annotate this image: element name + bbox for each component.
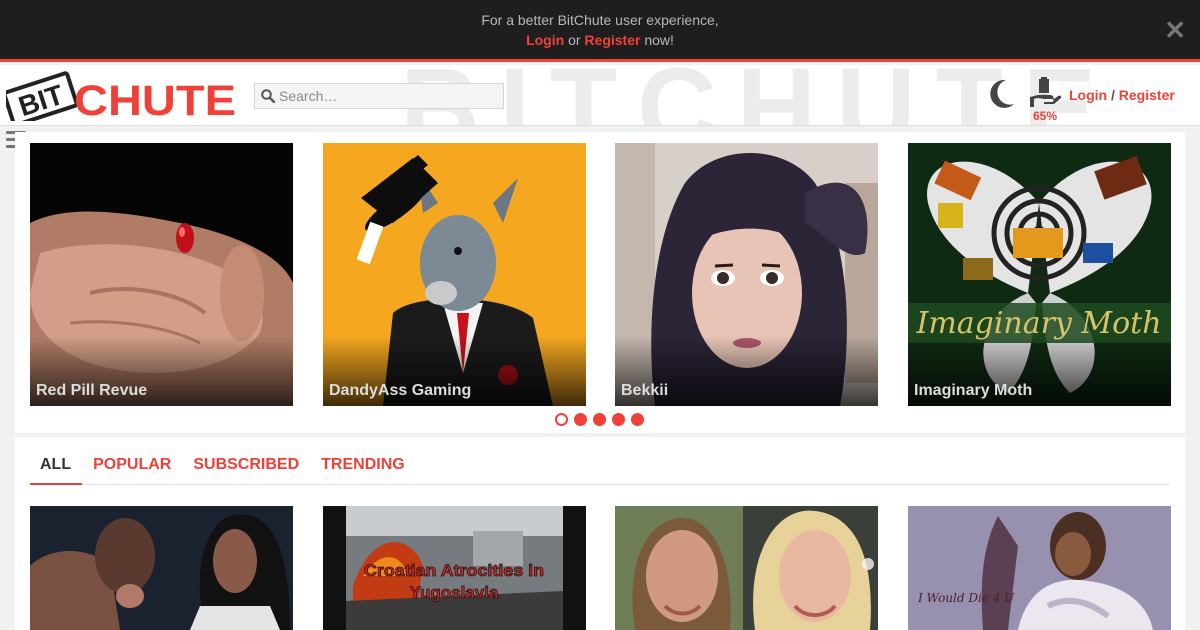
tab-trending[interactable]: TRENDING — [310, 445, 416, 485]
search-icon[interactable] — [261, 89, 275, 103]
auth-separator: / — [1111, 87, 1115, 103]
video-listing-section: ALL POPULAR SUBSCRIBED TRENDING Croatian… — [15, 437, 1185, 630]
search-input[interactable] — [279, 88, 499, 104]
carousel-dot-1[interactable] — [555, 413, 568, 426]
header-auth-links: Login / Register — [1069, 87, 1175, 103]
login-notice-bar: For a better BitChute user experience, L… — [0, 0, 1200, 62]
donate-hand-icon[interactable] — [1028, 77, 1062, 109]
channel-name: Red Pill Revue — [36, 382, 148, 399]
tab-popular[interactable]: POPULAR — [82, 445, 182, 485]
donate-percent: 65% — [1033, 109, 1058, 123]
bitchute-logo[interactable]: BIT CHUTE — [6, 71, 238, 121]
header-login-link[interactable]: Login — [1069, 87, 1107, 103]
video-tabs: ALL POPULAR SUBSCRIBED TRENDING — [30, 445, 1170, 485]
site-header: BITCHUTE BIT CHUTE 65% Login / Register — [0, 65, 1200, 126]
channel-name: Imaginary Moth — [914, 382, 1033, 399]
video-thumbnail-1[interactable] — [30, 506, 293, 630]
featured-channels-carousel: Red Pill Revue DandyAss Gaming Bekkii Im… — [15, 132, 1185, 433]
search-box — [254, 83, 504, 109]
video-thumbnail-4[interactable]: I Would Die 4 U — [908, 506, 1171, 630]
channel-card-bekkii[interactable]: Bekkii — [615, 143, 878, 406]
notice-login-link[interactable]: Login — [526, 32, 564, 48]
notice-suffix: now! — [644, 32, 674, 48]
close-icon[interactable]: ✕ — [1164, 17, 1186, 43]
carousel-dot-4[interactable] — [612, 413, 625, 426]
tab-subscribed[interactable]: SUBSCRIBED — [182, 445, 310, 485]
notice-or-text: or — [568, 32, 581, 48]
video-overlay-text: I Would Die 4 U — [917, 591, 1015, 605]
channel-name: DandyAss Gaming — [329, 382, 472, 399]
carousel-dot-3[interactable] — [593, 413, 606, 426]
channel-card-dandyass-gaming[interactable]: DandyAss Gaming — [323, 143, 586, 406]
carousel-dot-2[interactable] — [574, 413, 587, 426]
video-overlay-text-line2: Yugoslavia — [410, 583, 499, 602]
logo-text-chute: CHUTE — [74, 77, 236, 121]
channel-card-imaginary-moth[interactable]: Imaginary Moth Imaginary Moth — [908, 143, 1171, 406]
video-thumbnail-3[interactable] — [615, 506, 878, 630]
dark-mode-moon-icon[interactable] — [986, 78, 1016, 110]
video-thumbnail-2[interactable]: Croatian Atrocities in Yugoslavia — [323, 506, 586, 630]
header-register-link[interactable]: Register — [1119, 87, 1175, 103]
video-overlay-text-line1: Croatian Atrocities in — [364, 561, 544, 580]
channel-card-red-pill-revue[interactable]: Red Pill Revue — [30, 143, 293, 406]
notice-message: For a better BitChute user experience, — [481, 12, 719, 28]
tab-all[interactable]: ALL — [30, 445, 83, 485]
channel-name: Bekkii — [621, 382, 669, 399]
carousel-pagination — [555, 413, 644, 426]
carousel-dot-5[interactable] — [631, 413, 644, 426]
notice-register-link[interactable]: Register — [584, 32, 640, 48]
